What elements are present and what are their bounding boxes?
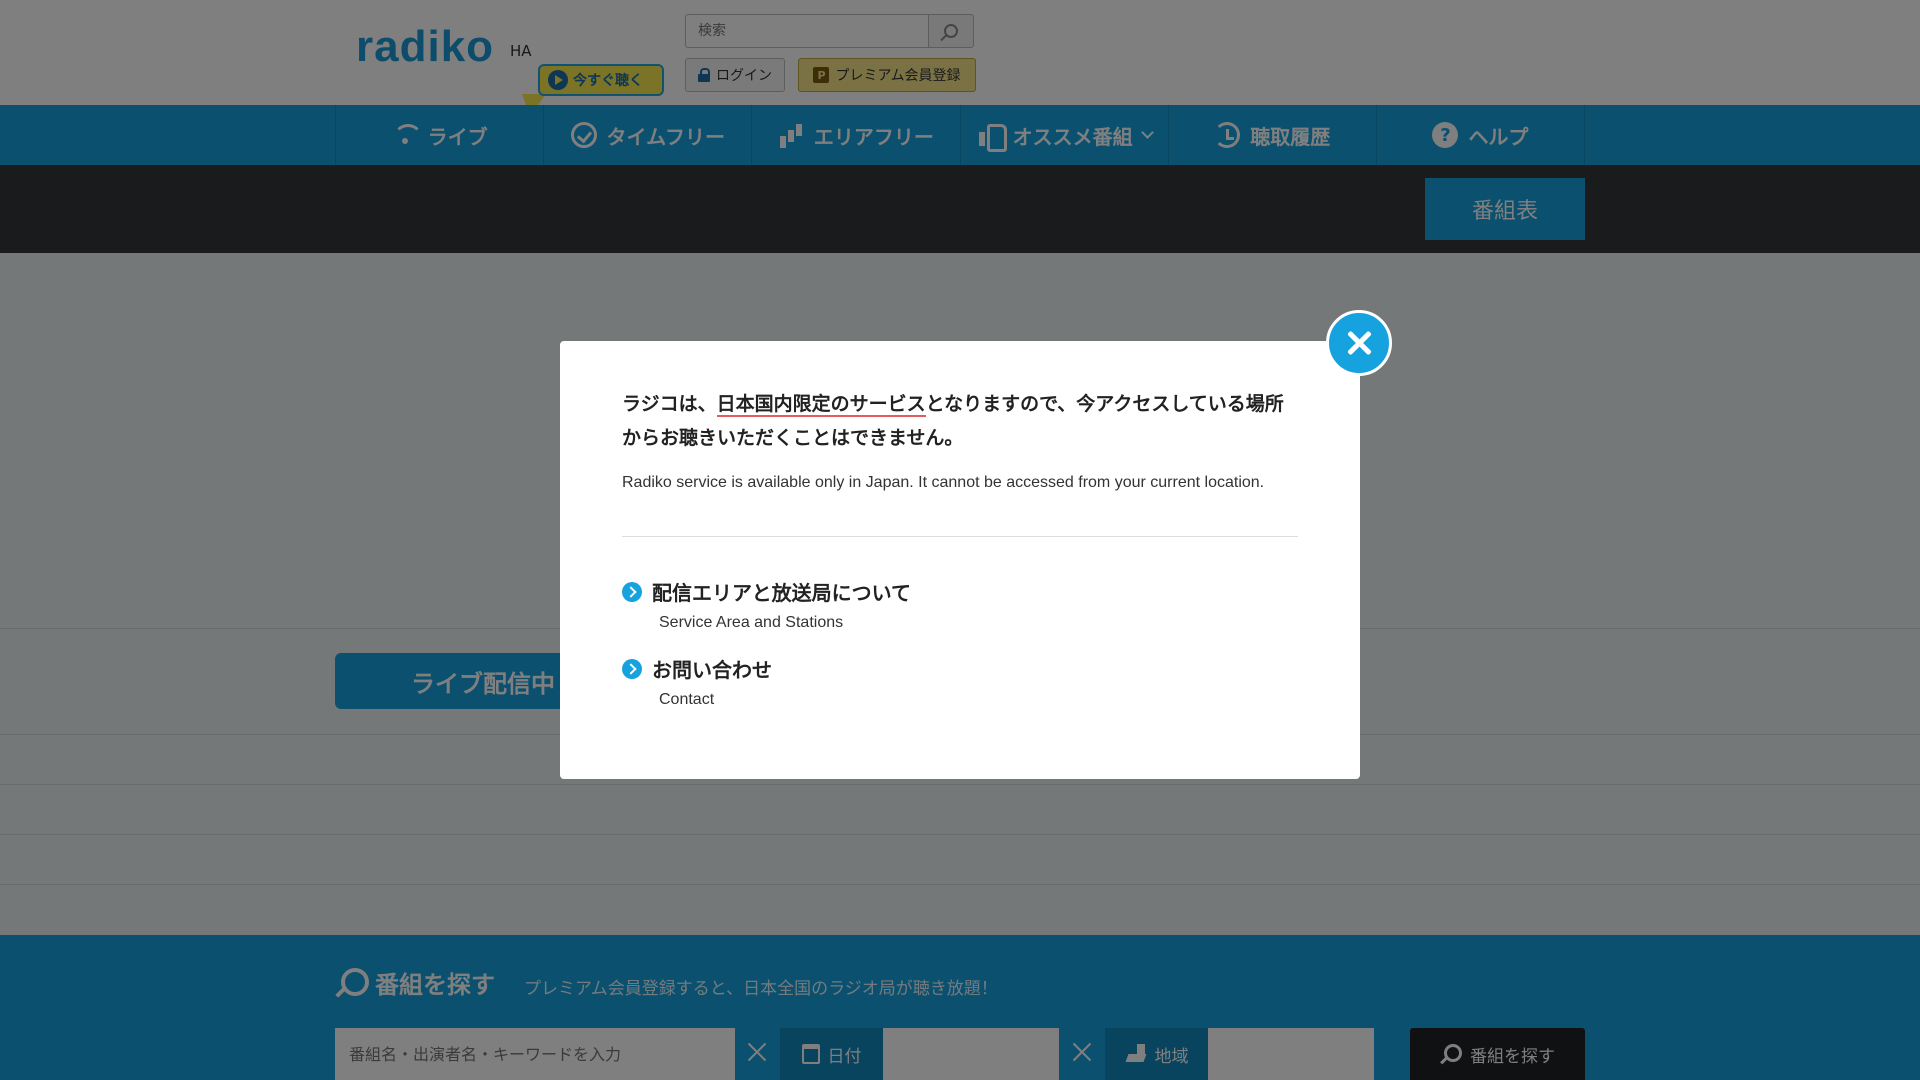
divider: [622, 536, 1298, 537]
close-icon[interactable]: [1326, 310, 1392, 376]
chevron-right-icon: [622, 659, 642, 679]
link-label-en: Service Area and Stations: [659, 614, 844, 631]
link-label-en: Contact: [659, 691, 715, 708]
link-label-jp: 配信エリアと放送局について: [652, 581, 911, 605]
link-contact[interactable]: お問い合わせ Contact: [622, 654, 1298, 709]
link-service-area[interactable]: 配信エリアと放送局について Service Area and Stations: [622, 577, 1298, 632]
region-restriction-dialog: ラジコは、日本国内限定のサービスとなりますので、今アクセスしている場所からお聴き…: [560, 341, 1360, 779]
message-en: Radiko service is available only in Japa…: [622, 474, 1265, 491]
chevron-right-icon: [622, 582, 642, 602]
message-jp: ラジコは、日本国内限定のサービスとなりますので、今アクセスしている場所からお聴き…: [622, 393, 1284, 449]
message-jp-highlight: 日本国内限定のサービス: [716, 393, 926, 417]
link-label-jp: お問い合わせ: [652, 658, 772, 682]
